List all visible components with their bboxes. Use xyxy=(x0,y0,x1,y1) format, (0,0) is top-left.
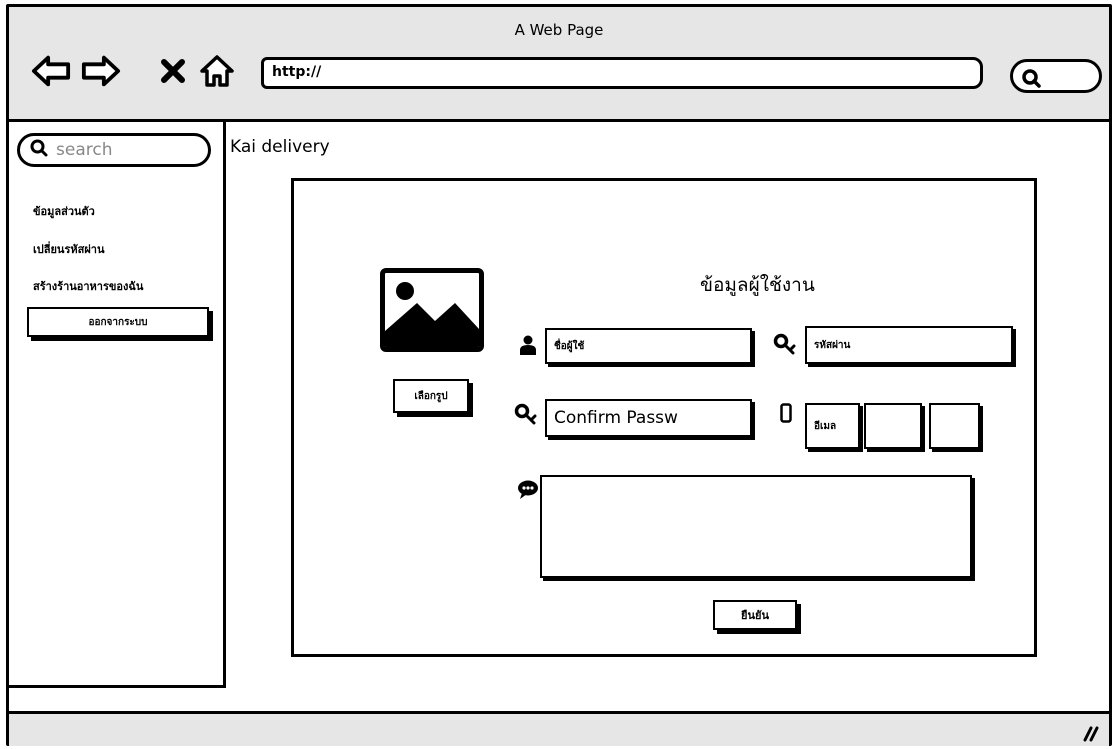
username-field[interactable]: ชื่อผู้ใช้ xyxy=(545,328,752,364)
browser-search-box[interactable] xyxy=(1010,59,1102,93)
sidebar-link-change-password[interactable]: เปลี่ยนรหัสผ่าน xyxy=(33,240,104,258)
password-field[interactable]: รหัสผ่าน xyxy=(805,326,1013,364)
window-title: A Web Page xyxy=(514,21,604,39)
form-title: ข้อมูลผู้ใช้งาน xyxy=(700,274,815,296)
search-icon xyxy=(1021,68,1041,92)
image-placeholder-icon xyxy=(380,268,484,352)
close-x-icon[interactable] xyxy=(153,50,193,92)
comment-textarea[interactable] xyxy=(540,475,972,578)
status-bar xyxy=(9,711,1109,746)
logout-button[interactable]: ออกจากระบบ xyxy=(27,307,209,337)
mobile-phone-icon xyxy=(779,402,793,424)
search-icon xyxy=(30,139,48,162)
forward-arrow-icon[interactable] xyxy=(81,50,121,92)
choose-image-button[interactable]: เลือกรูป xyxy=(393,379,469,413)
brand-name: Kai delivery xyxy=(230,137,330,157)
phone-box-2[interactable] xyxy=(929,403,980,449)
search-placeholder: search xyxy=(56,140,113,160)
speech-bubble-icon xyxy=(516,479,540,501)
url-bar[interactable]: http:// xyxy=(261,57,983,89)
confirm-password-field[interactable]: Confirm Passw xyxy=(545,399,752,437)
browser-toolbar: A Web Page http:// xyxy=(9,7,1109,122)
sidebar: search ข้อมูลส่วนตัว เปลี่ยนรหัสผ่าน สร้… xyxy=(9,122,226,688)
home-icon[interactable] xyxy=(197,50,237,92)
resize-grip-icon[interactable] xyxy=(1079,722,1099,746)
sidebar-link-profile[interactable]: ข้อมูลส่วนตัว xyxy=(33,202,95,220)
sidebar-search-input[interactable]: search xyxy=(17,133,211,167)
key-icon xyxy=(514,402,540,426)
sidebar-link-create-restaurant[interactable]: สร้างร้านอาหารของฉัน xyxy=(33,277,143,295)
back-arrow-icon[interactable] xyxy=(31,50,71,92)
user-icon xyxy=(517,333,539,357)
submit-button[interactable]: ยืนยัน xyxy=(713,600,797,630)
phone-box-1[interactable] xyxy=(864,403,922,449)
key-icon xyxy=(773,332,799,356)
email-field[interactable]: อีเมล xyxy=(805,403,860,449)
